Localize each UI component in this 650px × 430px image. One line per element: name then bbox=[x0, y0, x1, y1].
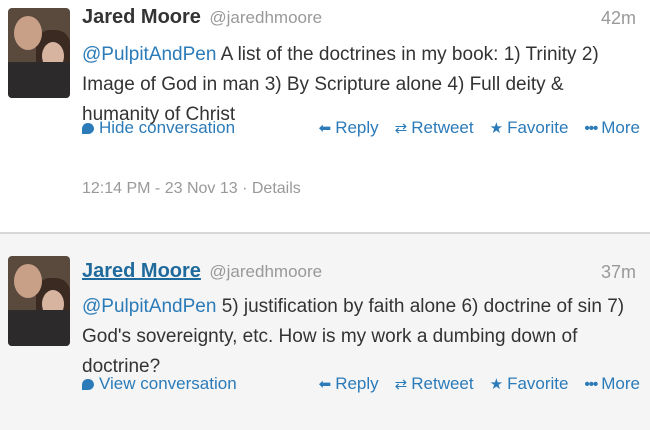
user-handle[interactable]: @jaredhmoore bbox=[209, 8, 322, 27]
star-icon: ★ bbox=[489, 120, 504, 137]
retweet-icon: ⇄ bbox=[394, 376, 408, 393]
reply-button[interactable]: ⬅ Reply bbox=[319, 118, 379, 138]
tweet-actions: View conversation ⬅ Reply ⇄ Retweet ★ Favor… bbox=[82, 374, 640, 398]
favorite-label: Favorite bbox=[507, 374, 569, 393]
retweet-label: Retweet bbox=[411, 374, 474, 393]
tweet-details: 12:14 PM - 23 Nov 13 · Details bbox=[82, 180, 301, 197]
ellipsis-icon: ••• bbox=[584, 375, 599, 393]
avatar[interactable] bbox=[8, 256, 70, 346]
tweet-text: @PulpitAndPen 5) justification by faith … bbox=[82, 292, 642, 382]
tweet-header: Jared Moore @jaredhmoore bbox=[82, 6, 322, 29]
more-label: More bbox=[601, 374, 640, 393]
avatar[interactable] bbox=[8, 8, 70, 98]
more-label: More bbox=[601, 118, 640, 137]
favorite-button[interactable]: ★ Favorite bbox=[490, 374, 569, 394]
tweet-time[interactable]: 42m bbox=[601, 8, 636, 29]
speech-bubble-icon bbox=[82, 122, 94, 134]
user-handle[interactable]: @jaredhmoore bbox=[209, 262, 322, 281]
mention-link[interactable]: @PulpitAndPen bbox=[82, 44, 216, 65]
reply-arrow-icon: ⬅ bbox=[318, 376, 332, 393]
tweet-header: Jared Moore @jaredhmoore bbox=[82, 260, 322, 283]
tweet[interactable]: Jared Moore @jaredhmoore 37m @PulpitAndP… bbox=[0, 232, 650, 430]
star-icon: ★ bbox=[489, 376, 504, 393]
user-name[interactable]: Jared Moore bbox=[82, 6, 201, 28]
reply-button[interactable]: ⬅ Reply bbox=[319, 374, 379, 394]
more-button[interactable]: ••• More bbox=[585, 118, 641, 138]
favorite-label: Favorite bbox=[507, 118, 569, 137]
retweet-label: Retweet bbox=[411, 118, 474, 137]
speech-bubble-icon bbox=[82, 378, 94, 390]
details-link[interactable]: Details bbox=[252, 180, 301, 197]
retweet-button[interactable]: ⇄ Retweet bbox=[395, 374, 474, 394]
user-name[interactable]: Jared Moore bbox=[82, 260, 201, 282]
tweet-text: @PulpitAndPen A list of the doctrines in… bbox=[82, 40, 642, 130]
reply-label: Reply bbox=[335, 118, 379, 137]
more-button[interactable]: ••• More bbox=[585, 374, 641, 394]
retweet-icon: ⇄ bbox=[394, 120, 408, 137]
timestamp[interactable]: 12:14 PM - 23 Nov 13 bbox=[82, 180, 238, 197]
tweet-time[interactable]: 37m bbox=[601, 262, 636, 283]
tweet-actions: Hide conversation ⬅ Reply ⇄ Retweet ★ Favor… bbox=[82, 118, 640, 142]
ellipsis-icon: ••• bbox=[584, 119, 599, 137]
retweet-button[interactable]: ⇄ Retweet bbox=[395, 118, 474, 138]
hide-conversation-link[interactable]: Hide conversation bbox=[99, 118, 235, 138]
favorite-button[interactable]: ★ Favorite bbox=[490, 118, 569, 138]
view-conversation-link[interactable]: View conversation bbox=[99, 374, 237, 394]
mention-link[interactable]: @PulpitAndPen bbox=[82, 296, 216, 317]
tweet[interactable]: Jared Moore @jaredhmoore 42m @PulpitAndP… bbox=[0, 0, 650, 232]
reply-label: Reply bbox=[335, 374, 379, 393]
reply-arrow-icon: ⬅ bbox=[318, 120, 332, 137]
